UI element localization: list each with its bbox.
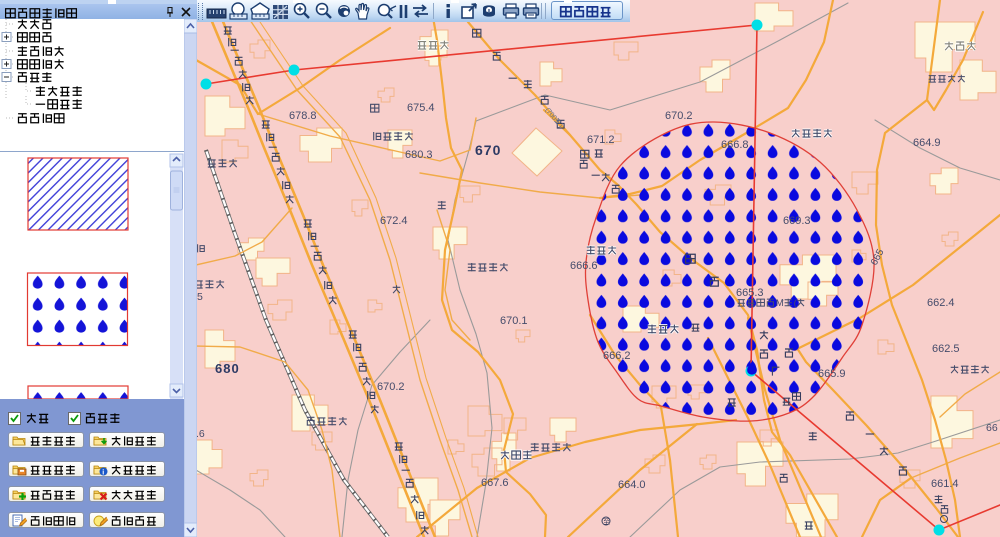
svg-text:66: 66 xyxy=(986,422,998,434)
svg-text:665.9: 665.9 xyxy=(818,368,846,380)
svg-text:680: 680 xyxy=(215,361,240,376)
svg-text:667.6: 667.6 xyxy=(481,477,509,489)
svg-text:662.5: 662.5 xyxy=(932,343,960,355)
svg-text:678.8: 678.8 xyxy=(289,110,317,122)
svg-text:5: 5 xyxy=(197,291,203,303)
svg-text:665.3: 665.3 xyxy=(736,287,764,299)
svg-text:至: 至 xyxy=(603,518,610,526)
svg-text:672.4: 672.4 xyxy=(380,215,408,227)
svg-text:.6: .6 xyxy=(197,428,205,440)
svg-text:666.2: 666.2 xyxy=(603,350,631,362)
svg-text:670.2: 670.2 xyxy=(377,381,405,393)
svg-text:`: ` xyxy=(781,298,784,309)
svg-text:670.2: 670.2 xyxy=(665,110,693,122)
svg-text:664.9: 664.9 xyxy=(913,137,941,149)
svg-text:669.3: 669.3 xyxy=(783,215,811,227)
svg-text:661.4: 661.4 xyxy=(931,478,959,490)
svg-text:666.8: 666.8 xyxy=(721,139,749,151)
svg-text:i: i xyxy=(102,469,104,476)
svg-text:662.4: 662.4 xyxy=(927,297,955,309)
svg-text:670.1: 670.1 xyxy=(500,315,528,327)
svg-text:670: 670 xyxy=(475,142,501,158)
svg-text:664.0: 664.0 xyxy=(618,479,646,491)
svg-text:675.4: 675.4 xyxy=(407,102,435,114)
svg-text:680.3: 680.3 xyxy=(405,149,433,161)
svg-text:671.2: 671.2 xyxy=(587,134,615,146)
svg-text:666.6: 666.6 xyxy=(570,260,598,272)
